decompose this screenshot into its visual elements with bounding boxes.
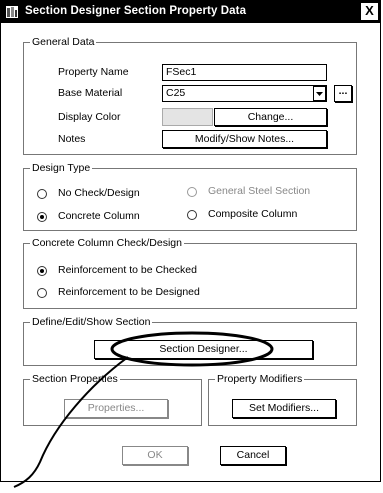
concrete-column-label: Concrete Column (58, 210, 140, 222)
property-name-input[interactable]: FSec1 (162, 64, 327, 81)
dialog-window: Section Designer Section Property Data X… (0, 0, 381, 482)
define-section-group: Define/Edit/Show Section Section Designe… (23, 316, 357, 366)
define-section-legend: Define/Edit/Show Section (30, 316, 153, 328)
section-properties-group: Section Properties Properties... (23, 373, 202, 426)
window-title: Section Designer Section Property Data (25, 5, 247, 17)
concrete-column-check-legend: Concrete Column Check/Design (30, 237, 184, 249)
reinforcement-checked-radio[interactable] (37, 266, 47, 276)
composite-column-radio[interactable] (187, 210, 197, 220)
app-icon (6, 6, 18, 18)
general-steel-section-label: General Steel Section (208, 185, 311, 197)
ok-button[interactable]: OK (122, 446, 188, 465)
general-steel-section-radio[interactable] (187, 187, 197, 197)
general-data-legend: General Data (30, 36, 97, 48)
cancel-button[interactable]: Cancel (220, 446, 286, 465)
close-button[interactable]: X (361, 3, 378, 20)
reinforcement-designed-label: Reinforcement to be Designed (58, 286, 200, 298)
concrete-column-radio[interactable] (37, 212, 47, 222)
section-designer-button[interactable]: Section Designer... (94, 340, 313, 359)
no-check-design-radio[interactable] (37, 189, 47, 199)
set-modifiers-button[interactable]: Set Modifiers... (232, 399, 336, 418)
properties-button[interactable]: Properties... (64, 399, 168, 418)
section-properties-legend: Section Properties (30, 373, 120, 385)
reinforcement-checked-label: Reinforcement to be Checked (58, 264, 197, 276)
design-type-legend: Design Type (30, 162, 93, 174)
concrete-column-check-group: Concrete Column Check/Design Reinforceme… (23, 237, 357, 309)
chevron-down-icon (316, 92, 323, 96)
base-material-label: Base Material (58, 87, 123, 99)
composite-column-label: Composite Column (208, 208, 298, 220)
notes-label: Notes (58, 133, 86, 145)
base-material-dropdown-button[interactable] (313, 86, 326, 101)
title-bar[interactable]: Section Designer Section Property Data X (1, 1, 380, 23)
property-modifiers-legend: Property Modifiers (215, 373, 305, 385)
display-color-label: Display Color (58, 111, 121, 123)
property-name-label: Property Name (58, 66, 129, 78)
reinforcement-designed-radio[interactable] (37, 288, 47, 298)
base-material-select[interactable]: C25 (162, 85, 327, 102)
modify-show-notes-button[interactable]: Modify/Show Notes... (162, 130, 327, 148)
change-color-button[interactable]: Change... (214, 108, 327, 126)
no-check-design-label: No Check/Design (58, 187, 140, 199)
property-modifiers-group: Property Modifiers Set Modifiers... (208, 373, 357, 426)
general-data-group: General Data Property Name FSec1 Base Ma… (23, 36, 357, 155)
design-type-group: Design Type No Check/Design General Stee… (23, 162, 357, 231)
display-color-swatch (162, 108, 213, 126)
base-material-browse-button[interactable]: ... (334, 85, 352, 102)
